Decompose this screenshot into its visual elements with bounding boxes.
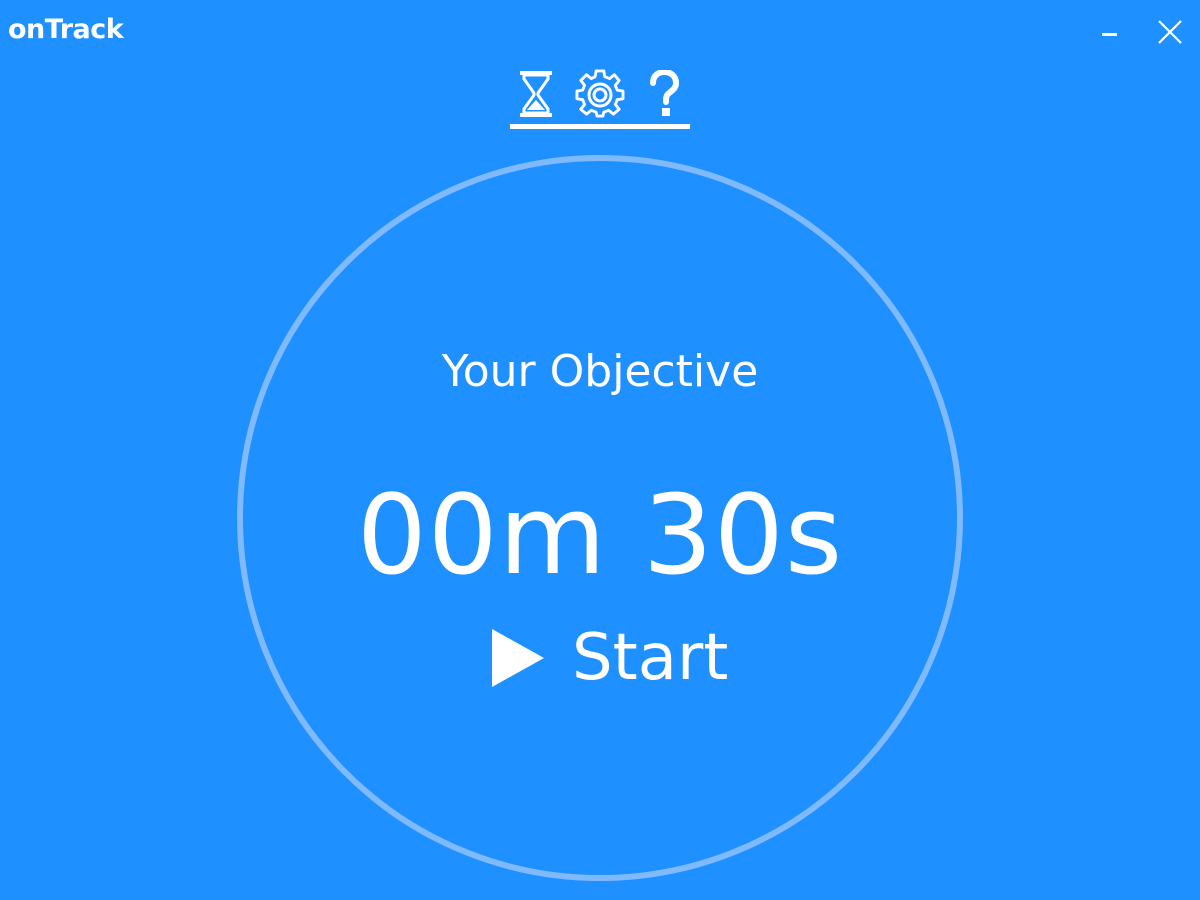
- app-window: onTrack Your Objective 00m 30s Start: [0, 0, 1200, 900]
- objective-label: Your Objective: [441, 346, 759, 397]
- minimize-icon: [1102, 33, 1117, 36]
- tab-settings[interactable]: [574, 68, 626, 120]
- hourglass-icon: [520, 71, 552, 117]
- close-button[interactable]: [1148, 12, 1192, 52]
- nav-bar: [510, 68, 690, 132]
- time-display: 00m 30s: [356, 471, 844, 599]
- close-icon: [1158, 20, 1182, 44]
- tab-help[interactable]: [640, 68, 688, 120]
- start-label: Start: [572, 621, 729, 695]
- app-title: onTrack: [8, 14, 124, 45]
- minimize-button[interactable]: [1088, 12, 1132, 52]
- start-button[interactable]: Start: [486, 620, 728, 696]
- tab-timer[interactable]: [512, 68, 560, 120]
- active-tab-underline: [510, 124, 690, 129]
- play-icon: [492, 629, 544, 687]
- gear-icon: [575, 69, 625, 118]
- question-mark-icon: [650, 70, 680, 116]
